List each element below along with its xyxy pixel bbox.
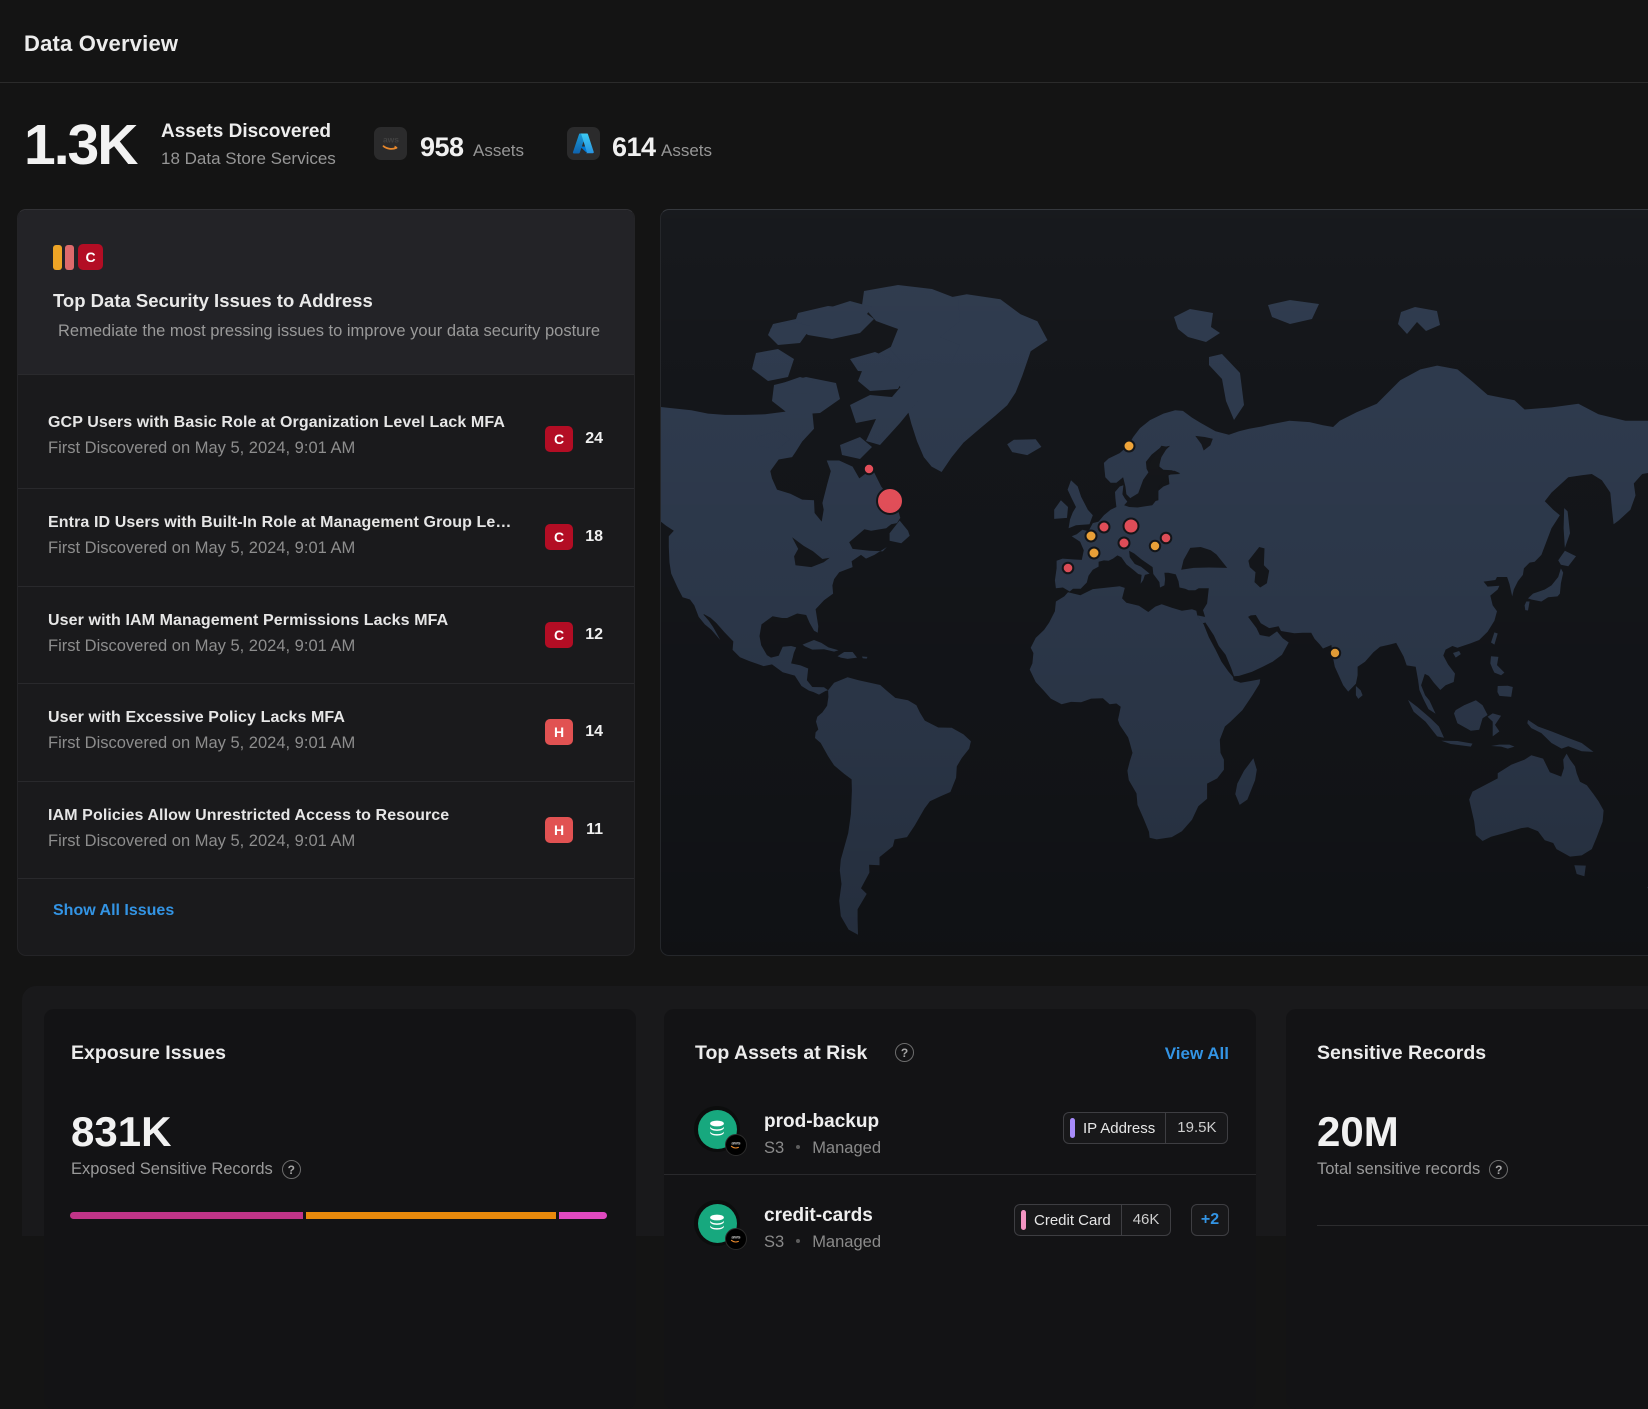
svg-text:aws: aws <box>731 1141 740 1146</box>
svg-text:aws: aws <box>731 1235 740 1240</box>
svg-text:aws: aws <box>382 134 398 144</box>
